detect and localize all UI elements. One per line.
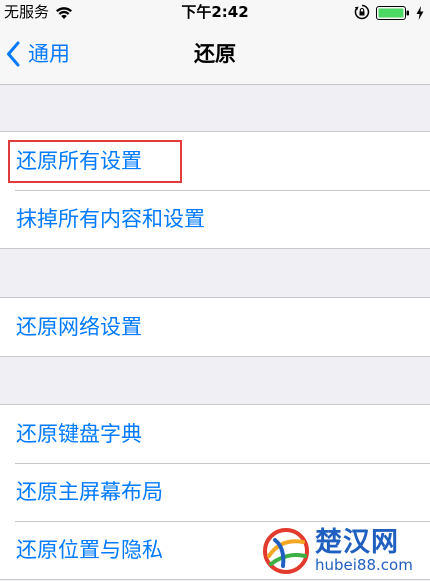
- reset-network-settings-label: 还原网络设置: [16, 315, 142, 339]
- status-right: [354, 3, 424, 21]
- chevron-left-icon: [6, 41, 20, 67]
- reset-network-settings-cell[interactable]: 还原网络设置: [0, 298, 430, 356]
- settings-group-2: 还原网络设置: [0, 297, 430, 357]
- reset-location-privacy-cell[interactable]: 还原位置与隐私: [0, 521, 430, 579]
- reset-keyboard-dictionary-label: 还原键盘字典: [16, 422, 142, 446]
- battery-icon: [376, 5, 410, 20]
- reset-location-privacy-label: 还原位置与隐私: [16, 538, 163, 562]
- erase-all-content-label: 抹掉所有内容和设置: [16, 207, 205, 231]
- reset-home-screen-layout-label: 还原主屏幕布局: [16, 480, 163, 504]
- reset-all-settings-cell[interactable]: 还原所有设置: [0, 132, 430, 190]
- status-bar: 无服务 下午2:42: [0, 0, 430, 24]
- settings-group-3: 还原键盘字典 还原主屏幕布局 还原位置与隐私: [0, 404, 430, 580]
- reset-home-screen-layout-cell[interactable]: 还原主屏幕布局: [0, 463, 430, 521]
- erase-all-content-cell[interactable]: 抹掉所有内容和设置: [0, 190, 430, 248]
- reset-all-settings-label: 还原所有设置: [16, 149, 142, 173]
- back-button[interactable]: 通用: [6, 36, 70, 72]
- reset-keyboard-dictionary-cell[interactable]: 还原键盘字典: [0, 405, 430, 463]
- navigation-bar: 通用 还原: [0, 24, 430, 85]
- settings-group-1: 还原所有设置 抹掉所有内容和设置: [0, 131, 430, 249]
- back-label: 通用: [28, 42, 70, 66]
- charging-icon: [416, 5, 424, 20]
- lock-rotation-icon: [354, 4, 370, 20]
